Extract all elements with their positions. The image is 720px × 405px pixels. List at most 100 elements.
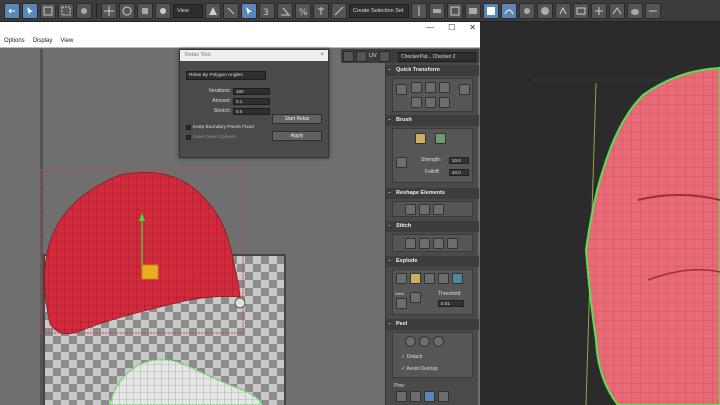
- freeform-mode-icon[interactable]: [356, 50, 367, 62]
- perspective-viewport[interactable]: [478, 50, 720, 405]
- relax-brush-icon[interactable]: [435, 133, 446, 144]
- mirror-icon[interactable]: [411, 2, 427, 19]
- break-icon[interactable]: [438, 273, 449, 284]
- named-selection-dropdown[interactable]: Create Selection Set: [349, 3, 409, 18]
- checker-pattern-dropdown[interactable]: CheckerPat... Checker 2: [398, 52, 476, 62]
- stitch-to-target-icon[interactable]: [405, 238, 416, 249]
- space-horizontal-icon[interactable]: [459, 84, 470, 95]
- pivot-icon[interactable]: [205, 2, 221, 19]
- scale-icon[interactable]: [137, 2, 153, 19]
- explode-header[interactable]: − Explode: [386, 256, 479, 267]
- flatten-by-angle-icon[interactable]: [424, 273, 435, 284]
- align-edge-icon[interactable]: [411, 97, 422, 108]
- menu-display[interactable]: Display: [33, 38, 53, 44]
- snaps-toggle-icon[interactable]: 3: [259, 2, 275, 19]
- relax-close-button[interactable]: ×: [320, 50, 324, 61]
- reference-coord-dropdown[interactable]: View: [173, 3, 203, 18]
- pin-active-icon[interactable]: [424, 391, 435, 402]
- detach-edge-icon[interactable]: [452, 273, 463, 284]
- scene-explorer-icon[interactable]: [483, 2, 499, 19]
- undo-icon[interactable]: [4, 2, 20, 19]
- keep-boundary-box[interactable]: [186, 124, 191, 130]
- region-select-icon[interactable]: [58, 2, 74, 19]
- maximize-button[interactable]: ☐: [448, 23, 455, 33]
- paint-pin-icon[interactable]: [415, 133, 426, 144]
- detach-checkbox[interactable]: ✓ Detach: [401, 354, 422, 360]
- render-teapot-icon[interactable]: [627, 2, 643, 19]
- placement-icon[interactable]: [155, 2, 171, 19]
- explode-by-material-icon[interactable]: [410, 273, 421, 284]
- relax-icon[interactable]: [419, 204, 430, 215]
- close-button[interactable]: ✕: [469, 23, 476, 33]
- stitch-to-source-icon[interactable]: [433, 238, 444, 249]
- align-icon[interactable]: [429, 2, 445, 19]
- angle-snap-icon[interactable]: [277, 2, 293, 19]
- explode-by-smoothing-icon[interactable]: [396, 273, 407, 284]
- stretch-input[interactable]: 0.0: [233, 108, 270, 115]
- align-vertical-icon[interactable]: [425, 82, 436, 93]
- schematic-view-icon[interactable]: [519, 2, 535, 19]
- spinner-snap-icon[interactable]: [313, 2, 329, 19]
- pin-select-icon[interactable]: [396, 391, 407, 402]
- pin-add-icon[interactable]: [410, 391, 421, 402]
- render-production-icon[interactable]: [591, 2, 607, 19]
- weld-target-icon[interactable]: [410, 292, 421, 303]
- falloff-input[interactable]: 20.0: [449, 169, 469, 176]
- relax-method-dropdown[interactable]: Relax By Polygon Angles: [186, 71, 266, 80]
- reshape-header[interactable]: − Reshape Elements: [386, 188, 479, 199]
- material-editor-icon[interactable]: [537, 2, 553, 19]
- quick-peel-icon[interactable]: [405, 336, 416, 347]
- avoid-overlap-checkbox[interactable]: ✓ Avoid Overlap: [401, 366, 438, 372]
- set-pivot-icon[interactable]: [396, 84, 407, 95]
- uvw-mode-icon[interactable]: [378, 50, 390, 62]
- threshold-input[interactable]: 0.01: [438, 300, 464, 307]
- brush-tool-icon[interactable]: [396, 157, 407, 168]
- toggle-ribbon-icon[interactable]: [465, 2, 481, 19]
- space-vertical-icon[interactable]: [439, 97, 450, 108]
- menu-options[interactable]: Options: [4, 38, 25, 44]
- save-outer-checkbox[interactable]: Save Outer Corners: [186, 133, 236, 141]
- straighten-icon[interactable]: [425, 97, 436, 108]
- show-map-icon[interactable]: [343, 50, 354, 62]
- render-iterative-icon[interactable]: [609, 2, 625, 19]
- layer-explorer-icon[interactable]: [447, 2, 463, 19]
- strength-input[interactable]: 10.0: [449, 157, 469, 164]
- save-outer-box[interactable]: [186, 134, 191, 140]
- keep-boundary-checkbox[interactable]: Keep Boundary Points Fixed: [186, 123, 254, 131]
- rotate-handle-icon[interactable]: [234, 297, 246, 309]
- render-setup-icon[interactable]: [555, 2, 571, 19]
- peel-header[interactable]: − Peel: [386, 319, 479, 330]
- move-icon[interactable]: [101, 2, 117, 19]
- apply-button[interactable]: Apply: [272, 131, 322, 141]
- rotate-icon[interactable]: [119, 2, 135, 19]
- menu-view[interactable]: View: [60, 38, 73, 44]
- align-horizontal-icon[interactable]: [411, 82, 422, 93]
- rotate-cw-icon[interactable]: [439, 82, 450, 93]
- stitch-header[interactable]: − Stitch: [386, 221, 479, 232]
- iterations-input[interactable]: 100: [233, 88, 270, 95]
- brush-header[interactable]: − Brush: [386, 115, 479, 126]
- stitch-average-icon[interactable]: [419, 238, 430, 249]
- rendered-frame-icon[interactable]: [573, 2, 589, 19]
- select-by-name-icon[interactable]: [40, 2, 56, 19]
- peel-mode-icon[interactable]: [419, 336, 430, 347]
- keyboard-shortcut-icon[interactable]: [241, 2, 257, 19]
- reset-peel-icon[interactable]: [433, 336, 444, 347]
- window-crossing-icon[interactable]: [76, 2, 92, 19]
- start-relax-button[interactable]: Start Relax: [272, 114, 322, 124]
- straighten-selection-icon[interactable]: [405, 204, 416, 215]
- weld-selected-icon[interactable]: [396, 298, 407, 309]
- stitch-settings-icon[interactable]: [447, 238, 458, 249]
- pin-remove-icon[interactable]: [438, 391, 449, 402]
- select-object-icon[interactable]: [22, 2, 38, 19]
- percent-snap-icon[interactable]: %: [295, 2, 311, 19]
- quick-transform-header[interactable]: − Quick Transform: [386, 65, 479, 76]
- curve-editor-icon[interactable]: [501, 2, 517, 19]
- minimize-button[interactable]: —: [426, 23, 434, 33]
- relax-tool-titlebar[interactable]: Relax Tool ×: [180, 50, 328, 61]
- edit-named-selection-icon[interactable]: [331, 2, 347, 19]
- render-online-icon[interactable]: [645, 2, 661, 19]
- select-manipulate-icon[interactable]: [223, 2, 239, 19]
- move-gizmo-center[interactable]: [141, 264, 159, 280]
- amount-input[interactable]: 0.1: [233, 98, 270, 105]
